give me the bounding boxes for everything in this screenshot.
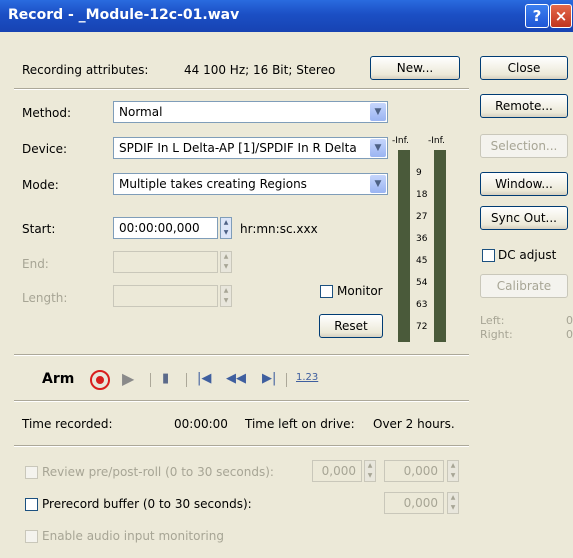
recording-attributes-value: 44 100 Hz; 16 Bit; Stereo bbox=[184, 63, 336, 77]
length-spinner: ▲ ▼ bbox=[220, 285, 232, 307]
transport-divider bbox=[186, 373, 187, 387]
marker-icon[interactable]: ▮ bbox=[162, 369, 169, 389]
transport-divider bbox=[150, 373, 151, 387]
prerecord-checkbox[interactable] bbox=[25, 498, 38, 511]
meter-tick: 72 bbox=[416, 322, 428, 332]
start-field[interactable]: 00:00:00,000 bbox=[113, 217, 218, 239]
reset-button[interactable]: Reset bbox=[319, 314, 383, 338]
prerecord-label: Prerecord buffer (0 to 30 seconds): bbox=[42, 497, 252, 511]
left-level-value: 0 bbox=[566, 314, 573, 327]
prerecord-spinner: ▲ ▼ bbox=[447, 492, 459, 514]
monitor-label: Monitor bbox=[337, 284, 383, 298]
device-dropdown[interactable]: SPDIF In L Delta-AP [1]/SPDIF In R Delta… bbox=[113, 137, 388, 159]
calibrate-button: Calibrate bbox=[480, 274, 568, 298]
meter-tick: 54 bbox=[416, 278, 428, 288]
end-spinner: ▲ ▼ bbox=[220, 251, 232, 273]
left-level-label: Left: bbox=[480, 314, 505, 327]
review-label: Review pre/post-roll (0 to 30 seconds): bbox=[42, 465, 274, 479]
close-button[interactable]: Close bbox=[480, 56, 568, 80]
rewind-icon[interactable]: ◀◀ bbox=[226, 369, 246, 389]
arm-label: Arm bbox=[42, 371, 75, 387]
time-format-icon[interactable]: 1.23 bbox=[296, 372, 318, 383]
dc-adjust-label: DC adjust bbox=[498, 248, 557, 262]
divider-options bbox=[14, 445, 469, 447]
help-button[interactable]: ? bbox=[525, 4, 549, 28]
meter-tick: 18 bbox=[416, 190, 428, 200]
review-pre-field: 0,000 bbox=[312, 460, 362, 482]
length-label: Length: bbox=[22, 291, 68, 305]
record-arm-icon[interactable] bbox=[90, 370, 110, 390]
mode-label: Mode: bbox=[22, 178, 59, 192]
title-bar: Record - _Module-12c-01.wav ? × bbox=[0, 0, 573, 32]
review-pre-spinner: ▲ ▼ bbox=[364, 460, 376, 482]
dc-adjust-checkbox[interactable] bbox=[482, 249, 495, 262]
end-field bbox=[113, 251, 218, 273]
method-label: Method: bbox=[22, 106, 72, 120]
prerecord-field: 0,000 bbox=[384, 492, 444, 514]
selection-button: Selection... bbox=[480, 134, 568, 158]
sync-out-button[interactable]: Sync Out... bbox=[480, 206, 568, 230]
new-button[interactable]: New... bbox=[370, 56, 460, 80]
chevron-down-icon: ▼ bbox=[370, 175, 386, 193]
start-spinner[interactable]: ▲ ▼ bbox=[220, 217, 232, 239]
right-peak-readout: -Inf. bbox=[428, 136, 445, 146]
window-close-button[interactable]: × bbox=[550, 4, 572, 28]
meter-tick: 9 bbox=[416, 168, 422, 178]
divider-top bbox=[14, 88, 469, 90]
meter-tick: 36 bbox=[416, 234, 428, 244]
time-format-label: hr:mn:sc.xxx bbox=[240, 222, 318, 236]
device-label: Device: bbox=[22, 142, 68, 156]
right-level-value: 0 bbox=[566, 328, 573, 341]
remote-button[interactable]: Remote... bbox=[480, 94, 568, 118]
end-label: End: bbox=[22, 257, 49, 271]
monitoring-checkbox bbox=[25, 530, 38, 543]
go-to-end-icon[interactable]: ▶| bbox=[262, 369, 276, 389]
time-recorded-value: 00:00:00 bbox=[174, 417, 228, 431]
right-level-meter bbox=[434, 150, 446, 342]
mode-dropdown[interactable]: Multiple takes creating Regions ▼ bbox=[113, 173, 388, 195]
meter-tick: 45 bbox=[416, 256, 428, 266]
length-field bbox=[113, 285, 218, 307]
window-button[interactable]: Window... bbox=[480, 172, 568, 196]
transport-divider bbox=[286, 373, 287, 387]
chevron-down-icon: ▼ bbox=[370, 139, 386, 157]
review-checkbox bbox=[25, 466, 38, 479]
play-icon[interactable]: ▶ bbox=[122, 369, 134, 389]
start-label: Start: bbox=[22, 222, 56, 236]
time-left-label: Time left on drive: bbox=[245, 417, 355, 431]
right-level-label: Right: bbox=[480, 328, 513, 341]
left-peak-readout: -Inf. bbox=[392, 136, 409, 146]
monitor-checkbox[interactable] bbox=[320, 285, 333, 298]
time-left-value: Over 2 hours. bbox=[373, 417, 455, 431]
mode-value: Multiple takes creating Regions bbox=[119, 177, 307, 191]
window-title: Record - _Module-12c-01.wav bbox=[8, 7, 240, 23]
review-post-field: 0,000 bbox=[384, 460, 444, 482]
review-post-spinner: ▲ ▼ bbox=[447, 460, 459, 482]
time-recorded-label: Time recorded: bbox=[22, 417, 113, 431]
meter-scale: 9 18 27 36 45 54 63 72 bbox=[412, 150, 432, 342]
meter-tick: 27 bbox=[416, 212, 428, 222]
divider-transport bbox=[14, 354, 469, 356]
left-level-meter bbox=[398, 150, 410, 342]
method-dropdown[interactable]: Normal ▼ bbox=[113, 101, 388, 123]
recording-attributes-label: Recording attributes: bbox=[22, 63, 149, 77]
meter-tick: 63 bbox=[416, 300, 428, 310]
monitoring-label: Enable audio input monitoring bbox=[42, 529, 224, 543]
divider-status bbox=[14, 400, 469, 402]
chevron-down-icon: ▼ bbox=[370, 103, 386, 121]
device-value: SPDIF In L Delta-AP [1]/SPDIF In R Delta bbox=[119, 141, 357, 155]
method-value: Normal bbox=[119, 105, 163, 119]
go-to-start-icon[interactable]: |◀ bbox=[197, 369, 211, 389]
